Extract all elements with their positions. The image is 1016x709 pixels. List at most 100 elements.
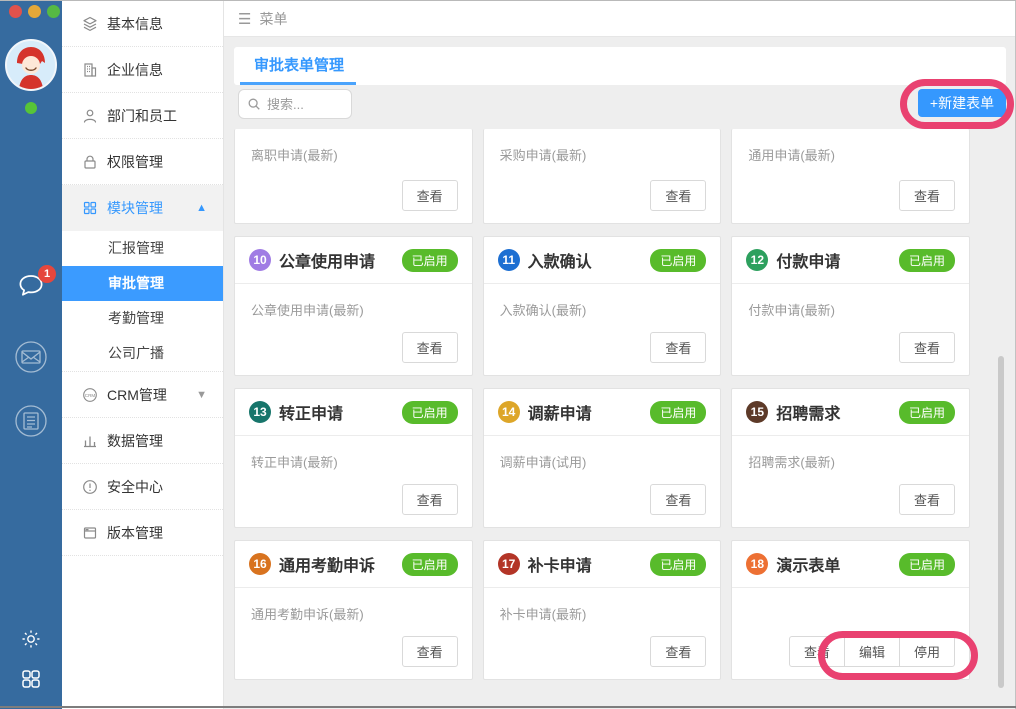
view-button[interactable]: 查看: [899, 484, 955, 515]
avatar[interactable]: [5, 39, 57, 91]
sidebar-item-security-center[interactable]: 安全中心: [62, 464, 223, 510]
view-button[interactable]: 查看: [789, 636, 845, 667]
sidebar-item-label: 模块管理: [107, 198, 163, 218]
form-title: 补卡申请: [528, 552, 643, 576]
sidebar-item-label: 企业信息: [107, 60, 163, 80]
form-title: 通用考勤申诉: [279, 552, 394, 576]
unread-count-badge: 1: [38, 265, 56, 283]
form-description: [732, 588, 969, 604]
svg-text:CRM: CRM: [85, 393, 96, 398]
sidebar-subitem-approval-management[interactable]: 审批管理: [62, 266, 223, 301]
apps-grid-icon[interactable]: [19, 667, 43, 696]
form-description: 转正申请(最新): [235, 436, 472, 471]
search-box[interactable]: [238, 89, 352, 119]
form-number-badge: 15: [746, 401, 768, 423]
new-form-button[interactable]: +新建表单: [918, 89, 1006, 117]
form-description: 采购申请(最新): [484, 129, 721, 164]
sidebar-subitem-report-management[interactable]: 汇报管理: [62, 231, 223, 266]
view-button[interactable]: 查看: [899, 332, 955, 363]
form-number-badge: 14: [498, 401, 520, 423]
form-number-badge: 10: [249, 249, 271, 271]
zoom-window-button[interactable]: [47, 5, 60, 18]
bar-chart-icon: [82, 433, 98, 449]
form-card: 15 招聘需求 已启用 招聘需求(最新) 查看: [731, 388, 970, 528]
form-number-badge: 16: [249, 553, 271, 575]
view-button[interactable]: 查看: [402, 636, 458, 667]
settings-sidebar: 基本信息 企业信息 部门和员工 权限管理 模块管理: [62, 1, 224, 709]
status-badge: 已启用: [899, 401, 955, 424]
form-description: 调薪申请(试用): [484, 436, 721, 471]
form-description: 招聘需求(最新): [732, 436, 969, 471]
view-button[interactable]: 查看: [650, 180, 706, 211]
edit-button[interactable]: 编辑: [844, 636, 900, 667]
sidebar-item-data-management[interactable]: 数据管理: [62, 418, 223, 464]
sidebar-subitem-attendance-management[interactable]: 考勤管理: [62, 301, 223, 336]
main-content: ☰ 菜单 审批表单管理 +新建表单 离职申请(最新) 查看 采购申请(最新) 查…: [224, 1, 1016, 709]
settings-gear-icon[interactable]: [19, 627, 43, 656]
close-window-button[interactable]: [9, 5, 22, 18]
sidebar-item-label: CRM管理: [107, 385, 167, 405]
document-icon[interactable]: [13, 403, 49, 444]
sidebar-item-version-management[interactable]: 版本管理: [62, 510, 223, 556]
sidebar-item-label: 部门和员工: [107, 106, 177, 126]
sidebar-item-label: 权限管理: [107, 152, 163, 172]
online-status-dot: [25, 102, 37, 114]
form-card: 11 入款确认 已启用 入款确认(最新) 查看: [483, 236, 722, 376]
view-button[interactable]: 查看: [650, 484, 706, 515]
view-button[interactable]: 查看: [402, 332, 458, 363]
vertical-scrollbar-thumb[interactable]: [998, 356, 1004, 688]
chat-icon[interactable]: 1: [16, 271, 46, 306]
form-title: 招聘需求: [776, 400, 891, 424]
form-title: 入款确认: [528, 248, 643, 272]
disable-button[interactable]: 停用: [899, 636, 955, 667]
sidebar-item-crm-management[interactable]: CRM CRM管理 ▼: [62, 372, 223, 418]
module-submenu: 汇报管理 审批管理 考勤管理 公司广播: [62, 231, 223, 372]
search-input[interactable]: [267, 97, 343, 112]
hamburger-menu-icon[interactable]: ☰: [238, 10, 251, 28]
sidebar-subitem-company-broadcast[interactable]: 公司广播: [62, 336, 223, 371]
tab-approval-form-management[interactable]: 审批表单管理: [254, 47, 344, 85]
sidebar-item-departments-employees[interactable]: 部门和员工: [62, 93, 223, 139]
crm-icon: CRM: [82, 387, 98, 403]
sidebar-item-label: 安全中心: [107, 477, 163, 497]
form-card: 18 演示表单 已启用 查看 编辑 停用: [731, 540, 970, 680]
status-badge: 已启用: [402, 401, 458, 424]
form-title: 付款申请: [776, 248, 891, 272]
form-card-partial: 离职申请(最新) 查看: [234, 129, 473, 224]
status-badge: 已启用: [899, 553, 955, 576]
form-number-badge: 18: [746, 553, 768, 575]
status-badge: 已启用: [899, 249, 955, 272]
minimize-window-button[interactable]: [28, 5, 41, 18]
mail-icon[interactable]: [13, 339, 49, 380]
form-card-partial: 通用申请(最新) 查看: [731, 129, 970, 224]
sidebar-item-basic-info[interactable]: 基本信息: [62, 1, 223, 47]
sidebar-item-module-management[interactable]: 模块管理 ▲: [62, 185, 223, 231]
view-button[interactable]: 查看: [402, 180, 458, 211]
form-description: 补卡申请(最新): [484, 588, 721, 623]
form-description: 公章使用申请(最新): [235, 284, 472, 319]
chevron-down-icon: ▼: [196, 389, 207, 401]
forms-scroll-area[interactable]: 离职申请(最新) 查看 采购申请(最新) 查看 通用申请(最新) 查看 10 公…: [234, 129, 970, 707]
menu-label: 菜单: [259, 9, 287, 29]
view-button[interactable]: 查看: [402, 484, 458, 515]
form-title: 演示表单: [776, 552, 891, 576]
sidebar-item-label: 数据管理: [107, 431, 163, 451]
main-header: ☰ 菜单: [224, 1, 1016, 37]
form-number-badge: 17: [498, 553, 520, 575]
view-button[interactable]: 查看: [650, 332, 706, 363]
form-card-partial: 采购申请(最新) 查看: [483, 129, 722, 224]
form-card: 14 调薪申请 已启用 调薪申请(试用) 查看: [483, 388, 722, 528]
form-title: 调薪申请: [528, 400, 643, 424]
building-icon: [82, 62, 98, 78]
form-card: 16 通用考勤申诉 已启用 通用考勤申诉(最新) 查看: [234, 540, 473, 680]
status-badge: 已启用: [402, 553, 458, 576]
form-number-badge: 13: [249, 401, 271, 423]
form-description: 付款申请(最新): [732, 284, 969, 319]
tab-strip: 审批表单管理: [234, 47, 1006, 85]
view-button[interactable]: 查看: [650, 636, 706, 667]
sidebar-item-permissions[interactable]: 权限管理: [62, 139, 223, 185]
sidebar-item-company-info[interactable]: 企业信息: [62, 47, 223, 93]
status-badge: 已启用: [650, 401, 706, 424]
view-button[interactable]: 查看: [899, 180, 955, 211]
form-number-badge: 12: [746, 249, 768, 271]
